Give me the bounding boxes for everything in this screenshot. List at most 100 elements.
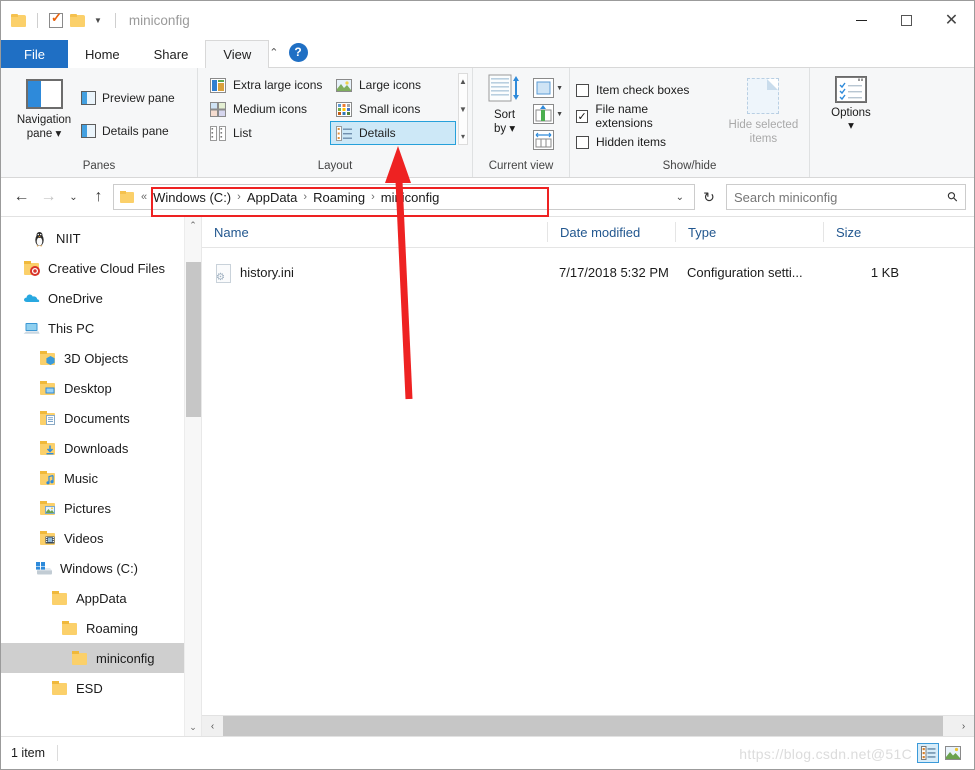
layout-scroll-up-icon[interactable]: ▲ [459,77,467,86]
small-icons-icon [336,101,352,117]
add-columns-button[interactable]: ▼ [533,102,563,126]
sidebar-label: Downloads [64,440,129,456]
tab-home[interactable]: Home [68,40,137,68]
item-check-boxes-checkbox[interactable] [576,83,589,97]
sidebar-item-desktop[interactable]: Desktop [1,373,201,403]
group-label-show-hide: Show/hide [662,160,717,172]
sidebar-item-3d-objects[interactable]: 3D Objects [1,343,201,373]
forward-button[interactable]: → [36,184,61,210]
horizontal-scrollbar[interactable]: ‹ › [202,715,974,737]
hscroll-track[interactable] [223,715,953,737]
breadcrumb-separator[interactable]: › [235,191,243,203]
scroll-down-icon[interactable]: ⌄ [189,722,197,733]
file-date-modified: 7/17/2018 5:32 PM [559,264,669,280]
folder-icon[interactable] [11,14,26,27]
breadcrumb-item-roaming[interactable]: Roaming [309,190,369,205]
sidebar-item-esd[interactable]: ESD [1,673,201,703]
breadcrumb-item-miniconfig[interactable]: miniconfig [377,190,444,205]
sidebar-item-windows-c[interactable]: Windows (C:) [1,553,201,583]
details-view-button[interactable] [917,743,939,763]
new-folder-icon[interactable] [70,14,85,27]
address-breadcrumb-bar[interactable]: « Windows (C:) › AppData › Roaming › min… [113,184,695,210]
options-button[interactable]: Options ▾ [816,76,886,133]
chevron-down-icon[interactable]: ▼ [556,85,563,92]
details-pane-button[interactable]: Details pane [81,118,175,143]
size-columns-icon [533,130,555,150]
layout-scroll-down-icon[interactable]: ▼ [459,105,467,114]
column-header-name[interactable]: Name [202,222,547,242]
scroll-up-icon[interactable]: ⌃ [189,220,197,231]
column-header-type[interactable]: Type [675,222,823,242]
sidebar-item-documents[interactable]: Documents [1,403,201,433]
sidebar-item-niit[interactable]: NIIT [1,223,201,253]
breadcrumb-separator[interactable]: › [369,191,377,203]
layout-scroll-buttons[interactable]: ▲ ▼ ▾ [458,73,468,145]
navigation-pane-button[interactable]: Navigation pane ▾ [7,75,81,141]
layout-extra-large-icons[interactable]: Extra large icons [204,73,330,97]
breadcrumb-overflow[interactable]: « [139,191,149,203]
refresh-button[interactable]: ↻ [697,189,721,206]
sidebar-item-appdata[interactable]: AppData [1,583,201,613]
sort-by-button[interactable]: Sort by ▾ [479,74,530,136]
sidebar-item-creative-cloud-files[interactable]: Creative Cloud Files [1,253,201,283]
help-button[interactable]: ? [288,42,308,62]
item-check-boxes-row[interactable]: Item check boxes [576,77,702,103]
hidden-items-row[interactable]: Hidden items [576,129,702,155]
navigation-tree: NIIT Creative Cloud Files OneDrive This … [1,217,201,703]
maximize-button[interactable] [884,1,929,40]
tab-share[interactable]: Share [137,40,206,68]
sidebar-item-pictures[interactable]: Pictures [1,493,201,523]
sidebar-item-onedrive[interactable]: OneDrive [1,283,201,313]
sidebar-item-downloads[interactable]: Downloads [1,433,201,463]
search-icon[interactable]: ⚲ [944,188,962,206]
collapse-ribbon-icon[interactable]: ⌃ [269,46,278,59]
layout-medium-icons[interactable]: Medium icons [204,97,330,121]
close-button[interactable]: ✕ [929,1,974,40]
search-input[interactable]: Search miniconfig [734,190,837,205]
breadcrumb-separator[interactable]: › [301,191,309,203]
hidden-items-checkbox[interactable] [576,135,589,149]
tab-view[interactable]: View [205,40,270,68]
file-name-extensions-row[interactable]: ✓ File name extensions [576,102,702,130]
hscroll-right-icon[interactable]: › [953,721,974,732]
sidebar-item-music[interactable]: Music [1,463,201,493]
size-all-columns-button[interactable] [533,128,563,152]
file-name-extensions-checkbox[interactable]: ✓ [576,109,589,123]
tab-file[interactable]: File [1,40,68,68]
layout-details[interactable]: Details [330,121,456,145]
preview-pane-button[interactable]: Preview pane [81,85,175,110]
up-button[interactable]: ↑ [86,184,111,210]
chevron-down-icon[interactable]: ▼ [92,16,104,25]
layout-list[interactable]: List [204,121,330,145]
layout-small-icons[interactable]: Small icons [330,97,456,121]
sidebar-item-videos[interactable]: Videos [1,523,201,553]
column-header-date-modified[interactable]: Date modified [547,222,675,242]
sidebar-item-miniconfig[interactable]: miniconfig [1,643,201,673]
column-header-size[interactable]: Size [823,222,913,242]
table-row[interactable]: history.ini 7/17/2018 5:32 PM Configurat… [202,258,974,286]
back-button[interactable]: ← [9,184,34,210]
sidebar-item-this-pc[interactable]: This PC [1,313,201,343]
ribbon-group-panes: Navigation pane ▾ Preview pane Details p… [1,68,197,177]
navigation-scrollbar[interactable]: ⌃ ⌄ [184,217,201,736]
thumbnail-view-button[interactable] [942,743,964,763]
search-box[interactable]: Search miniconfig ⚲ [726,184,966,210]
properties-icon[interactable] [49,10,63,28]
options-caret-icon[interactable]: ▾ [848,120,854,133]
folder-desktop-icon [39,380,56,396]
hscroll-left-icon[interactable]: ‹ [202,721,223,732]
group-by-button[interactable]: ▼ [533,76,563,100]
navigation-pane-label-2: pane ▾ [26,128,62,140]
address-dropdown-icon[interactable]: ⌄ [676,192,690,203]
chevron-down-icon[interactable]: ▼ [556,111,563,118]
recent-locations-button[interactable]: ⌄ [63,184,84,210]
breadcrumb-item-windows-c[interactable]: Windows (C:) [149,190,235,205]
sidebar-item-roaming[interactable]: Roaming [1,613,201,643]
options-icon [835,76,867,103]
breadcrumb-item-appdata[interactable]: AppData [243,190,302,205]
hscroll-thumb[interactable] [223,715,943,737]
scrollbar-thumb[interactable] [186,262,201,417]
minimize-button[interactable] [839,1,884,40]
layout-large-icons[interactable]: Large icons [330,73,456,97]
layout-expand-icon[interactable]: ▾ [461,132,465,141]
